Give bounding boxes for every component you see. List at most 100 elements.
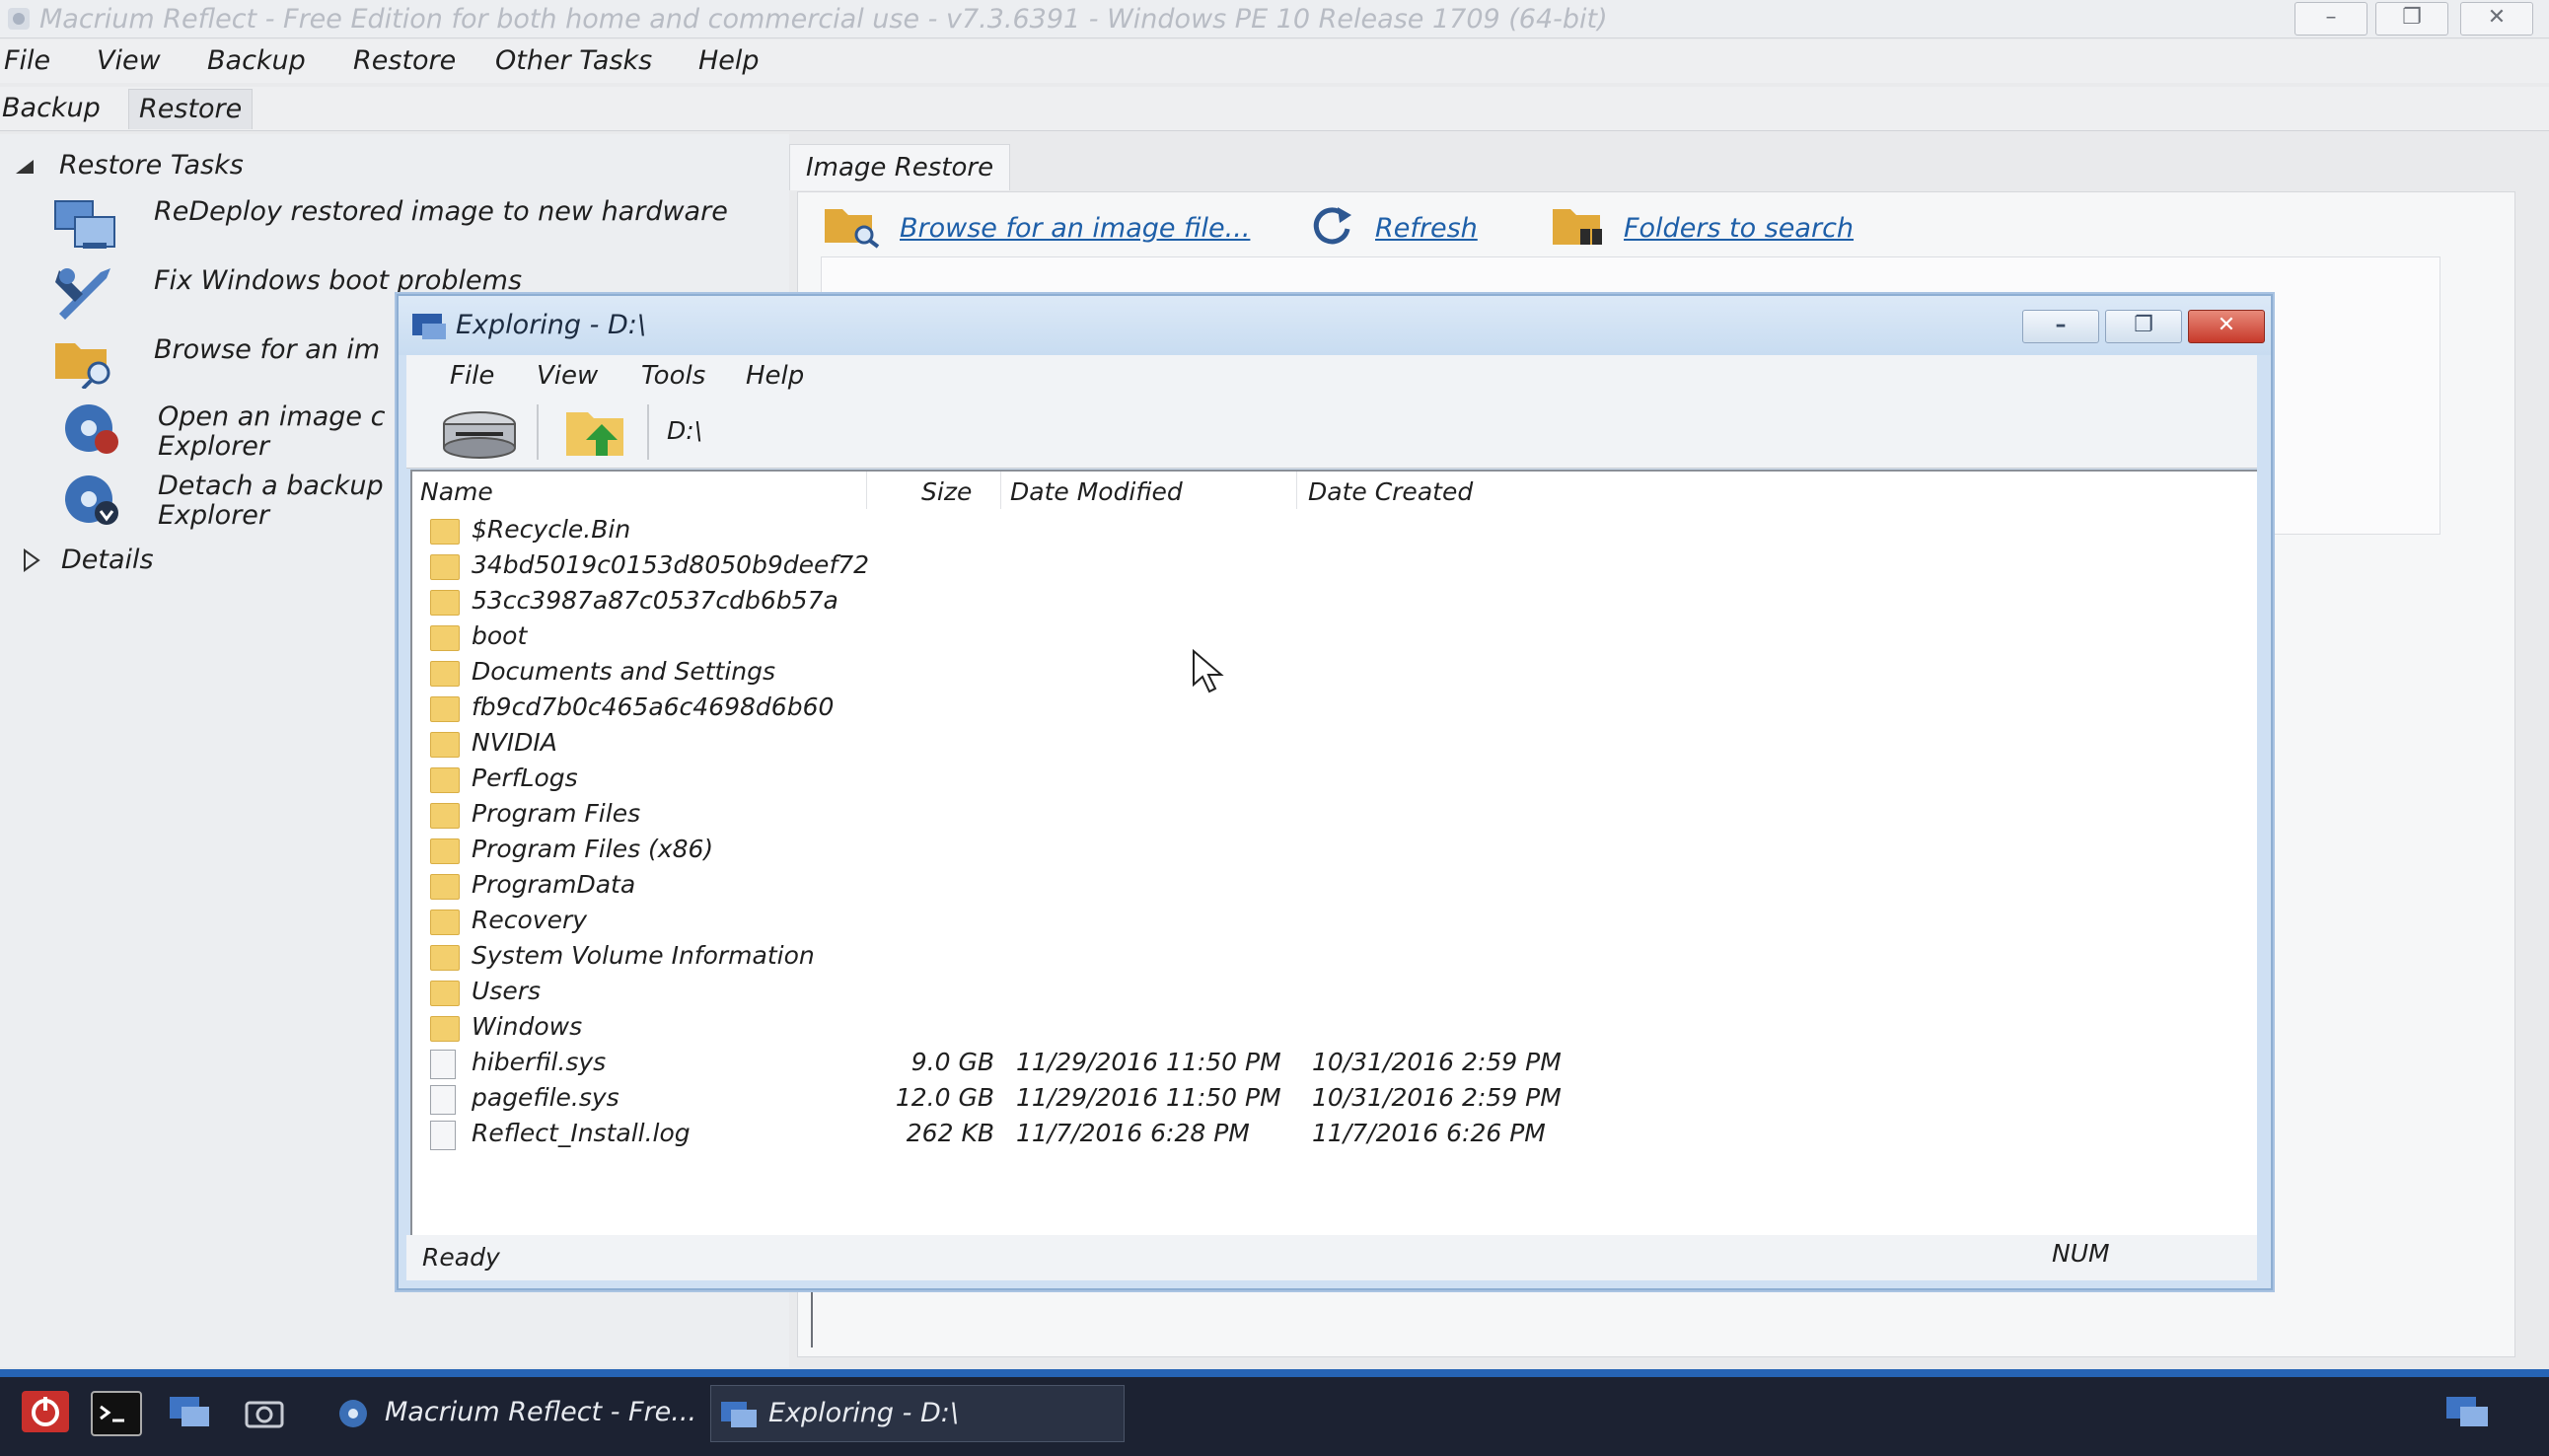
folder-icon — [430, 732, 460, 758]
explorer-menu-tools[interactable]: Tools — [641, 361, 705, 391]
taskbar-macrium[interactable]: Macrium Reflect - Fre... — [331, 1385, 740, 1440]
toolbar-separator-2 — [647, 404, 649, 460]
file-row[interactable]: NVIDIA — [412, 726, 2247, 762]
task-open-image[interactable]: Open an image c — [158, 402, 385, 432]
column-separator[interactable] — [866, 472, 867, 509]
file-row[interactable]: 34bd5019c0153d8050b9deef72 — [412, 548, 2247, 584]
browse-image-link[interactable]: Browse for an image file... — [900, 213, 1250, 244]
minimize-icon: – — [2055, 313, 2067, 337]
folder-icon — [430, 661, 460, 687]
network-tray-icon[interactable] — [2442, 1391, 2490, 1432]
menu-help[interactable]: Help — [698, 45, 760, 76]
folder-icon — [430, 696, 460, 722]
file-row[interactable]: 53cc3987a87c0537cdb6b57a — [412, 584, 2247, 619]
up-folder-icon[interactable] — [562, 404, 631, 462]
address-path[interactable]: D:\ — [667, 416, 702, 445]
file-row[interactable]: boot — [412, 619, 2247, 655]
column-separator[interactable] — [1000, 472, 1001, 509]
file-row[interactable]: Windows — [412, 1010, 2247, 1046]
tab-backup[interactable]: Backup — [0, 89, 110, 128]
folder-icon — [430, 519, 460, 545]
file-row[interactable]: Program Files (x86) — [412, 833, 2247, 868]
main-close-button[interactable]: ✕ — [2460, 2, 2533, 36]
taskbar-macrium-label: Macrium Reflect - Fre... — [385, 1397, 697, 1427]
status-ready: Ready — [422, 1243, 500, 1272]
status-num: NUM — [2052, 1239, 2110, 1268]
file-row[interactable]: ProgramData — [412, 868, 2247, 904]
file-row[interactable]: Program Files — [412, 797, 2247, 833]
tab-image-restore[interactable]: Image Restore — [789, 144, 1011, 190]
taskbar-exploring[interactable]: Exploring - D:\ — [710, 1385, 1125, 1442]
column-size[interactable]: Size — [921, 477, 972, 506]
file-row[interactable]: System Volume Information — [412, 939, 2247, 975]
browse-image-icon — [825, 209, 880, 249]
collapse-triangle-icon[interactable] — [14, 158, 36, 176]
folder-icon — [430, 767, 460, 793]
task-browse-image[interactable]: Browse for an im — [154, 335, 380, 365]
menu-file[interactable]: File — [4, 45, 50, 76]
file-row[interactable]: PerfLogs — [412, 762, 2247, 797]
column-separator[interactable] — [1296, 472, 1297, 509]
task-redeploy[interactable]: ReDeploy restored image to new hardware — [154, 197, 728, 227]
main-title-bar[interactable]: Macrium Reflect - Free Edition for both … — [0, 0, 2549, 38]
file-row[interactable]: Documents and Settings — [412, 655, 2247, 691]
folder-icon — [430, 874, 460, 900]
details-section[interactable]: Details — [61, 545, 154, 575]
explorer-maximize-button[interactable]: ❐ — [2105, 310, 2182, 343]
menu-restore[interactable]: Restore — [353, 45, 456, 76]
browse-folder-icon — [55, 343, 110, 389]
folder-icon — [430, 838, 460, 864]
main-minimize-button[interactable]: – — [2294, 2, 2367, 36]
refresh-link[interactable]: Refresh — [1375, 213, 1478, 244]
file-row[interactable]: Users — [412, 975, 2247, 1010]
main-menu-bar: File View Backup Restore Other Tasks Hel… — [0, 39, 2549, 83]
task-detach-backup[interactable]: Detach a backup — [158, 472, 384, 501]
menu-view[interactable]: View — [97, 45, 161, 76]
menu-other-tasks[interactable]: Other Tasks — [495, 45, 652, 76]
explorer-close-button[interactable]: ✕ — [2188, 310, 2265, 343]
mouse-cursor-icon — [1193, 649, 1224, 693]
explorer-menu-help[interactable]: Help — [746, 361, 804, 391]
open-image-icon — [65, 404, 118, 454]
camera-icon[interactable] — [241, 1391, 288, 1432]
toolbar-separator — [537, 404, 539, 460]
task-open-image-line2: Explorer — [158, 431, 270, 462]
explorer-taskbar-icon[interactable] — [166, 1391, 213, 1432]
file-row[interactable]: hiberfil.sys 9.0 GB 11/29/2016 11:50 PM … — [412, 1046, 2247, 1081]
column-date-created[interactable]: Date Created — [1308, 477, 1473, 506]
explorer-menu-view[interactable]: View — [537, 361, 598, 391]
explorer-title-bar[interactable]: Exploring - D:\ – ❐ ✕ — [399, 296, 2271, 355]
file-row[interactable]: pagefile.sys 12.0 GB 11/29/2016 11:50 PM… — [412, 1081, 2247, 1117]
file-row[interactable]: $Recycle.Bin — [412, 513, 2247, 548]
fix-boot-icon — [55, 268, 110, 320]
system-file-icon — [430, 1050, 456, 1079]
maximize-icon: ❐ — [2134, 313, 2153, 337]
exploring-taskbar-icon — [721, 1402, 757, 1427]
minimize-icon: – — [2325, 5, 2337, 30]
explorer-window: Exploring - D:\ – ❐ ✕ File View Tools He… — [397, 294, 2273, 1290]
explorer-app-icon — [412, 314, 446, 339]
file-row[interactable]: Reflect_Install.log 262 KB 11/7/2016 6:2… — [412, 1117, 2247, 1152]
main-restore-button[interactable]: ❐ — [2375, 2, 2448, 36]
macrium-logo-icon — [8, 8, 30, 30]
folders-to-search-link[interactable]: Folders to search — [1624, 213, 1854, 244]
redeploy-icon — [54, 200, 115, 249]
explorer-menu-file[interactable]: File — [450, 361, 494, 391]
restore-tasks-heading: Restore Tasks — [59, 150, 244, 181]
drives-icon[interactable] — [438, 404, 521, 462]
task-fix-boot[interactable]: Fix Windows boot problems — [154, 266, 522, 296]
folder-icon — [430, 625, 460, 651]
menu-backup[interactable]: Backup — [207, 45, 306, 76]
explorer-minimize-button[interactable]: – — [2022, 310, 2099, 343]
column-name[interactable]: Name — [420, 477, 493, 506]
file-row[interactable]: Recovery — [412, 904, 2247, 939]
column-date-modified[interactable]: Date Modified — [1010, 477, 1183, 506]
restore-icon: ❐ — [2402, 5, 2422, 30]
file-row[interactable]: fb9cd7b0c465a6c4698d6b60 — [412, 691, 2247, 726]
power-icon[interactable] — [22, 1391, 69, 1432]
folder-icon — [430, 945, 460, 971]
folder-icon — [430, 1016, 460, 1042]
command-prompt-icon[interactable] — [91, 1391, 142, 1436]
tab-restore[interactable]: Restore — [128, 89, 254, 129]
expand-triangle-icon[interactable] — [22, 548, 41, 572]
